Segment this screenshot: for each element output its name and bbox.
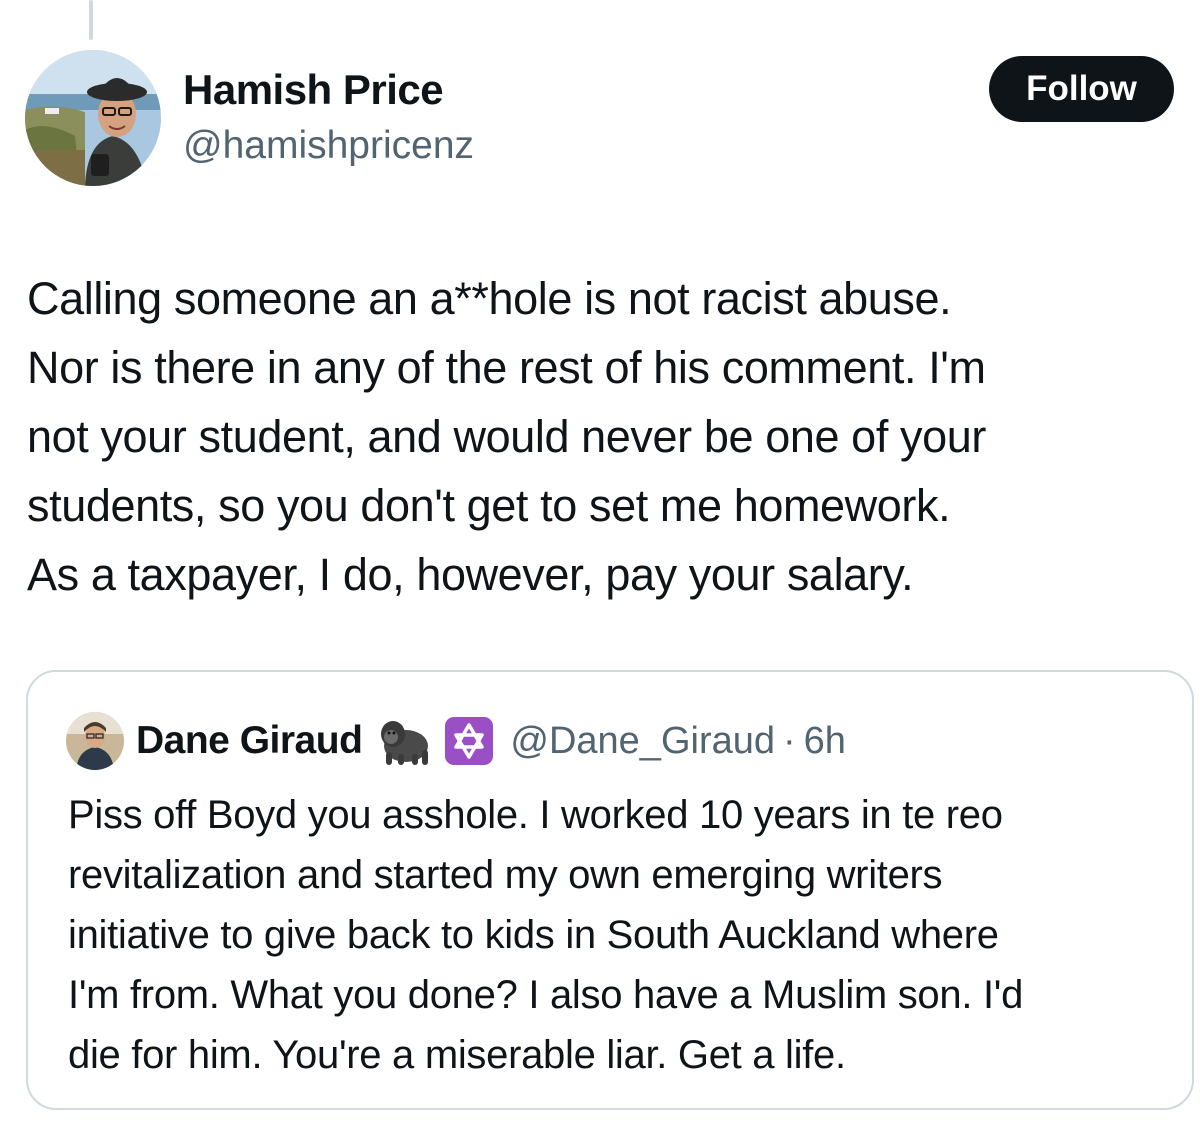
- quoted-text-line: die for him. You're a miserable liar. Ge…: [68, 1033, 846, 1077]
- quoted-post-timestamp[interactable]: 6h: [804, 720, 846, 763]
- follow-button[interactable]: Follow: [989, 56, 1174, 122]
- post-text-line: Nor is there in any of the rest of his c…: [27, 342, 986, 393]
- author-avatar[interactable]: [25, 50, 161, 186]
- star-of-david-icon: [444, 716, 494, 766]
- quoted-post-header: Dane Giraud @Dane_Giraud · 6h: [136, 711, 846, 771]
- quoted-text-line: revitalization and started my own emergi…: [68, 853, 943, 897]
- post-text-line: students, so you don't get to set me hom…: [27, 480, 951, 531]
- quoted-post-card[interactable]: Dane Giraud @Dane_Giraud · 6h Piss off B…: [26, 670, 1194, 1110]
- separator-dot: ·: [783, 719, 796, 762]
- quoted-author-photo: [66, 712, 124, 770]
- quoted-author-avatar[interactable]: [66, 712, 124, 770]
- quoted-author-name[interactable]: Dane Giraud: [136, 719, 363, 763]
- post-text: Calling someone an a**hole is not racist…: [27, 264, 1187, 609]
- quoted-author-handle[interactable]: @Dane_Giraud: [510, 720, 775, 763]
- post-text-line: As a taxpayer, I do, however, pay your s…: [27, 549, 914, 600]
- quoted-text-line: Piss off Boyd you asshole. I worked 10 y…: [68, 793, 1003, 837]
- thread-connector-line: [89, 0, 93, 40]
- author-photo: [25, 50, 161, 186]
- quoted-text-line: I'm from. What you done? I also have a M…: [68, 973, 1024, 1017]
- quoted-post-text: Piss off Boyd you asshole. I worked 10 y…: [68, 785, 1178, 1085]
- post-text-line: not your student, and would never be one…: [27, 411, 986, 462]
- gorilla-icon: [376, 716, 434, 766]
- author-name[interactable]: Hamish Price: [183, 66, 444, 114]
- quoted-text-line: initiative to give back to kids in South…: [68, 913, 999, 957]
- post-text-line: Calling someone an a**hole is not racist…: [27, 273, 952, 324]
- author-handle[interactable]: @hamishpricenz: [183, 124, 474, 168]
